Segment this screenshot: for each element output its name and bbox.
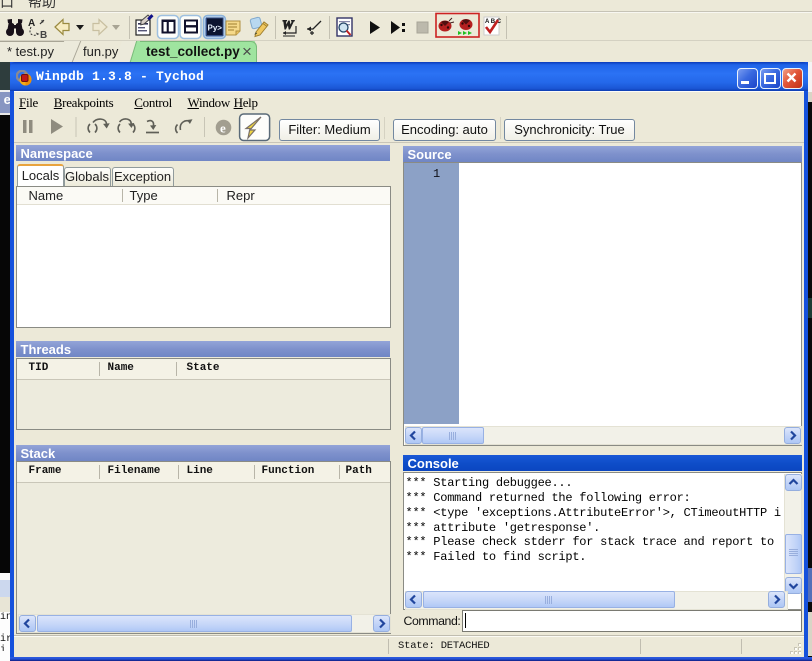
svg-text:A: A: [28, 18, 35, 29]
svg-text:Py>: Py>: [208, 24, 223, 33]
svg-text:A B C: A B C: [485, 19, 502, 25]
svg-text:W: W: [282, 17, 295, 32]
svg-text:e: e: [220, 121, 226, 136]
